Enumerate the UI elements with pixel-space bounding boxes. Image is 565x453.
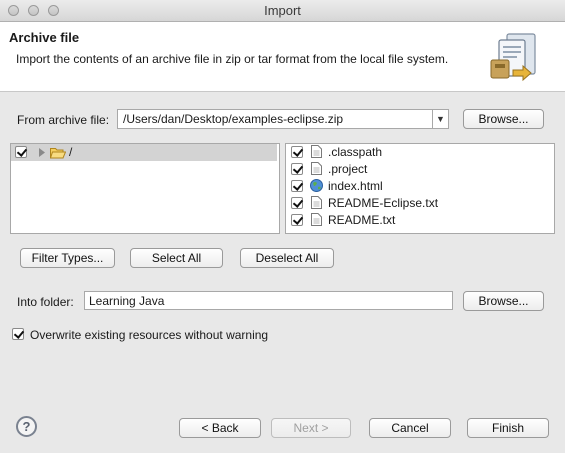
into-folder-value: Learning Java bbox=[89, 294, 165, 308]
file-checkbox[interactable] bbox=[291, 163, 303, 175]
import-wizard-icon bbox=[490, 33, 536, 82]
archive-file-combo[interactable]: /Users/dan/Desktop/examples-eclipse.zip … bbox=[117, 109, 449, 129]
tree-root-label: / bbox=[69, 145, 73, 159]
file-checkbox[interactable] bbox=[291, 214, 303, 226]
file-checkbox[interactable] bbox=[291, 180, 303, 192]
window-title: Import bbox=[264, 3, 301, 18]
cancel-button[interactable]: Cancel bbox=[369, 418, 451, 438]
text-file-icon bbox=[311, 213, 322, 226]
file-row[interactable]: README.txt bbox=[286, 212, 554, 229]
file-row[interactable]: README-Eclipse.txt bbox=[286, 195, 554, 212]
folder-tree[interactable]: / bbox=[10, 143, 280, 234]
file-list[interactable]: .classpath .project index.html README-Ec… bbox=[285, 143, 555, 234]
open-folder-icon bbox=[50, 148, 66, 159]
next-button[interactable]: Next > bbox=[271, 418, 351, 438]
title-bar: Import bbox=[0, 0, 565, 22]
file-name: README.txt bbox=[328, 213, 396, 227]
file-checkbox[interactable] bbox=[291, 197, 303, 209]
file-checkbox[interactable] bbox=[291, 146, 303, 158]
into-folder-field[interactable]: Learning Java bbox=[84, 291, 453, 310]
tree-root-checkbox[interactable] bbox=[15, 146, 27, 158]
file-name: index.html bbox=[328, 179, 383, 193]
text-file-icon bbox=[311, 162, 322, 175]
globe-icon bbox=[310, 179, 323, 192]
finish-button[interactable]: Finish bbox=[467, 418, 549, 438]
chevron-down-icon[interactable]: ▼ bbox=[432, 110, 448, 128]
help-icon[interactable]: ? bbox=[16, 416, 37, 437]
overwrite-checkbox[interactable] bbox=[12, 328, 24, 340]
overwrite-label: Overwrite existing resources without war… bbox=[30, 328, 269, 342]
file-name: README-Eclipse.txt bbox=[328, 196, 439, 210]
page-title: Archive file bbox=[9, 30, 80, 45]
into-folder-label: Into folder: bbox=[17, 295, 74, 309]
folder-browse-button[interactable]: Browse... bbox=[463, 291, 544, 311]
deselect-all-button[interactable]: Deselect All bbox=[240, 248, 334, 268]
text-file-icon bbox=[311, 196, 322, 209]
text-file-icon bbox=[311, 145, 322, 158]
archive-file-label: From archive file: bbox=[17, 113, 110, 127]
filter-types-button[interactable]: Filter Types... bbox=[20, 248, 115, 268]
tree-row-root[interactable]: / bbox=[11, 144, 277, 161]
page-description: Import the contents of an archive file i… bbox=[16, 52, 449, 66]
wizard-header: Archive file Import the contents of an a… bbox=[0, 22, 565, 92]
file-name: .classpath bbox=[328, 145, 383, 159]
archive-browse-button[interactable]: Browse... bbox=[463, 109, 544, 129]
file-row[interactable]: .classpath bbox=[286, 144, 554, 161]
file-row[interactable]: index.html bbox=[286, 178, 554, 195]
file-name: .project bbox=[328, 162, 368, 176]
expand-arrow-icon[interactable] bbox=[38, 148, 46, 157]
archive-file-value: /Users/dan/Desktop/examples-eclipse.zip bbox=[123, 112, 344, 126]
back-button[interactable]: < Back bbox=[179, 418, 261, 438]
select-all-button[interactable]: Select All bbox=[130, 248, 223, 268]
file-row[interactable]: .project bbox=[286, 161, 554, 178]
import-dialog: Import Archive file Import the contents … bbox=[0, 0, 565, 453]
